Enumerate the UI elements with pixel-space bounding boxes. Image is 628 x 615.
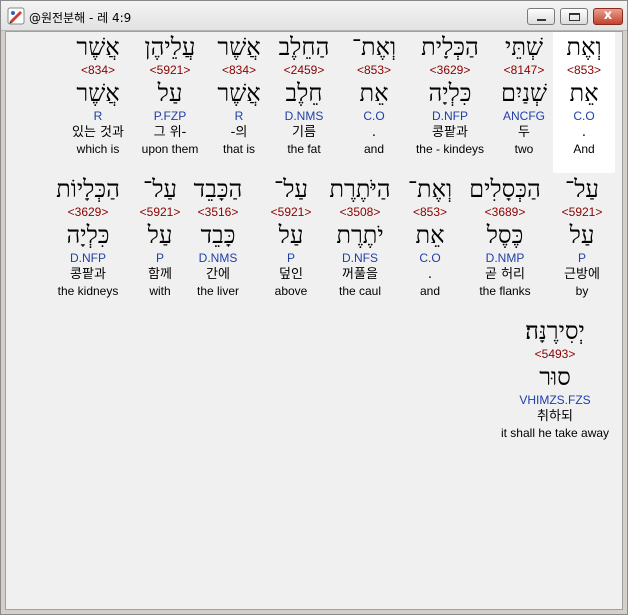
english-gloss: the - kindeys — [415, 142, 485, 156]
korean-gloss: 콩팥과 — [432, 125, 468, 140]
strong-number: <3629> — [67, 205, 109, 219]
app-logo-icon — [7, 7, 25, 25]
parsing-code: P — [577, 251, 586, 265]
english-gloss: the flanks — [479, 284, 531, 298]
parsing-code: D.NFP — [70, 251, 106, 265]
english-gloss: the kidneys — [57, 284, 119, 298]
title-bar[interactable]: @원전분해 - 레 4:9 x — [1, 1, 627, 31]
english-gloss: two — [514, 142, 534, 156]
lemma-word: כֶּסֶל — [486, 221, 524, 249]
lemma-word: אֲשֶׁר — [76, 79, 120, 107]
minimize-button[interactable] — [527, 8, 555, 25]
hebrew-word: הַכְּלָית — [421, 33, 479, 61]
korean-gloss: 두 — [518, 125, 530, 140]
lemma-word: סוּר — [539, 363, 571, 391]
hebrew-word: עַל־ — [565, 175, 599, 203]
korean-gloss: 곧 허리 — [484, 267, 525, 282]
lemma-word: עַל — [569, 221, 595, 249]
korean-gloss: 근방에 — [564, 267, 600, 282]
english-gloss: by — [575, 284, 589, 298]
parsing-code: VHIMZS.FZS — [519, 393, 591, 407]
korean-gloss: 취하되 — [537, 409, 573, 424]
word-cell[interactable]: יְסִירֶנָּה׃ <5493> סוּר VHIMZS.FZS 취하되 it sh… — [485, 316, 625, 441]
hebrew-word: הַכְּסָלִים — [469, 175, 541, 203]
hebrew-word: שְׁתֵּי — [505, 33, 543, 61]
lemma-word: כִּלְיָה — [66, 221, 110, 249]
maximize-button[interactable] — [560, 8, 588, 25]
word-cell[interactable]: הַכְּלָיוֹת <3629> כִּלְיָה D.NFP 콩팥과 the kid… — [45, 174, 131, 299]
interlinear-panel[interactable]: וְאֶת <853> אֵת C.O. And שְׁתֵּי <8147> שְׁנַיִ… — [5, 31, 623, 610]
strong-number: <834> — [80, 63, 116, 77]
word-cell[interactable]: הַכְּלָית <3629> כִּלְיָה D.NFP 콩팥과 the - kin… — [407, 32, 493, 157]
word-cell[interactable]: שְׁתֵּי <8147> שְׁנַיִם ANCFG 두 two — [481, 32, 567, 157]
hebrew-word: אֲשֶׁר — [76, 33, 120, 61]
parsing-code: ANCFG — [503, 109, 545, 123]
minimize-icon — [537, 19, 546, 21]
strong-number: <5493> — [534, 347, 576, 361]
parsing-code: R — [93, 109, 103, 123]
parsing-code: D.NMP — [485, 251, 525, 265]
korean-gloss: 있는 것과 — [72, 125, 124, 140]
lemma-word: שְׁנַיִם — [500, 79, 548, 107]
strong-number: <3689> — [484, 205, 526, 219]
english-gloss: it shall he take away — [500, 426, 610, 440]
strong-number: <5921> — [561, 205, 603, 219]
close-icon: x — [603, 8, 613, 23]
word-cell[interactable]: הַכְּסָלִים <3689> כֶּסֶל D.NMP 곧 허리 the flan… — [462, 174, 548, 299]
lemma-word: כִּלְיָה — [428, 79, 472, 107]
maximize-icon — [569, 13, 580, 21]
window-title: @원전분해 - 레 4:9 — [29, 11, 132, 25]
close-button[interactable]: x — [593, 8, 623, 25]
english-gloss: which is — [76, 142, 120, 156]
word-cell[interactable]: אֲשֶׁר <834> אֲשֶׁר R 있는 것과 which is — [55, 32, 141, 157]
korean-gloss: 콩팥과 — [70, 267, 106, 282]
strong-number: <8147> — [503, 63, 545, 77]
hebrew-word: הַכְּלָיוֹת — [56, 175, 120, 203]
strong-number: <3629> — [429, 63, 471, 77]
parsing-code: D.NFP — [432, 109, 468, 123]
hebrew-word: יְסִירֶנָּה׃ — [525, 317, 585, 345]
app-window: @원전분해 - 레 4:9 x וְאֶת <853> אֵת C.O. And שְׁת… — [0, 0, 628, 615]
word-cell[interactable]: עַל־ <5921> עַל P 근방에 by — [539, 174, 625, 299]
